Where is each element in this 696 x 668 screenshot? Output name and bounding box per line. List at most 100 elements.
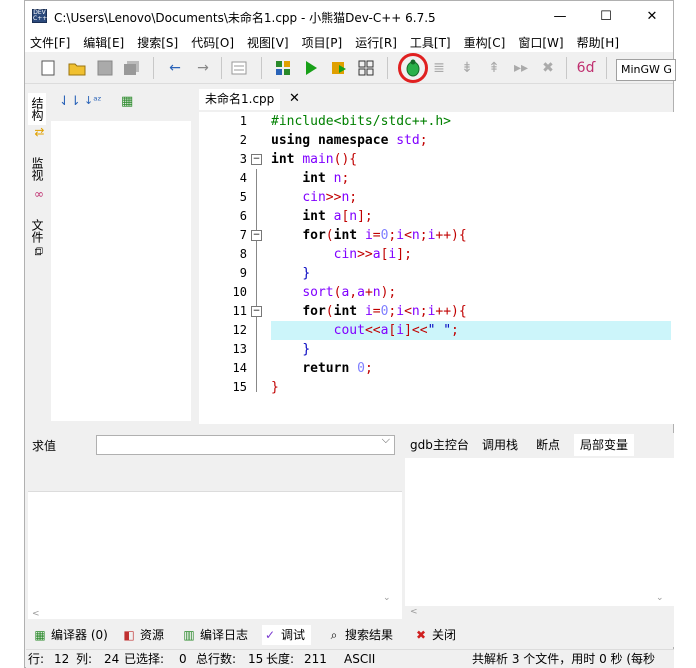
code-line: 2 using namespace std;	[199, 131, 674, 150]
file-tab[interactable]: 未命名1.cpp ✕	[199, 89, 300, 110]
menu-project[interactable]: 项目[P]	[302, 34, 343, 51]
code-line: 10 sort(a,a+n);	[199, 283, 674, 302]
scroll-left-icon[interactable]: <	[410, 607, 418, 617]
menu-tools[interactable]: 工具[T]	[410, 34, 451, 51]
save-all-icon[interactable]	[122, 58, 142, 78]
continue-icon[interactable]: ▸▸	[511, 58, 531, 78]
menu-bar: 文件[F] 编辑[E] 搜索[S] 代码[O] 视图[V] 项目[P] 运行[R…	[25, 32, 673, 52]
locals-view[interactable]	[405, 458, 675, 606]
grid-icon: ▦	[34, 628, 46, 642]
menu-code[interactable]: 代码[O]	[191, 34, 234, 51]
search-icon: ⌕	[330, 628, 338, 642]
add-watch-icon[interactable]: 6ɗ	[576, 58, 596, 78]
sort-type-icon[interactable]: ⇃⇂	[59, 94, 81, 109]
tab-compile-log[interactable]: ▥ 编译日志	[181, 625, 248, 645]
tab-debug[interactable]: ✓ 调试	[262, 625, 312, 645]
back-icon[interactable]: ←	[165, 58, 185, 78]
tab-breakpoints[interactable]: 断点	[534, 434, 562, 456]
window-title: C:\Users\Lenovo\Documents\未命名1.cpp - 小熊猫…	[54, 11, 436, 25]
compiler-select[interactable]: MinGW G	[616, 59, 676, 81]
fold-collapse-icon[interactable]: −	[251, 230, 262, 241]
forward-icon[interactable]: →	[193, 58, 213, 78]
code-text: cin>>n;	[302, 190, 358, 205]
format-icon[interactable]	[229, 58, 249, 78]
compile-run-icon[interactable]	[329, 58, 349, 78]
scroll-down-icon[interactable]: ⌄	[656, 593, 664, 603]
line-number: 3	[239, 152, 247, 166]
tab-watch[interactable]: 监视	[28, 153, 46, 185]
menu-run[interactable]: 运行[R]	[355, 34, 397, 51]
menu-view[interactable]: 视图[V]	[247, 34, 289, 51]
minimize-button[interactable]: —	[537, 1, 583, 32]
structure-toolbar: ⇃⇂ ↓ᵃᶻ ▦	[49, 89, 195, 121]
status-len: 211	[304, 652, 327, 666]
code-text: sort(a,a+n);	[302, 285, 397, 300]
step-into-icon[interactable]: ⇟	[457, 58, 477, 78]
code-line: 15}	[199, 378, 674, 397]
menu-window[interactable]: 窗口[W]	[518, 34, 563, 51]
stop-debug-icon[interactable]: ✖	[538, 58, 558, 78]
line-number: 14	[232, 361, 247, 375]
evaluate-output[interactable]	[28, 491, 402, 619]
evaluate-input[interactable]	[96, 433, 395, 455]
scroll-down-icon[interactable]: ⌄	[383, 593, 391, 603]
tab-resources[interactable]: ◧ 资源	[121, 625, 164, 645]
code-text: int a[n];	[302, 209, 373, 224]
tab-search-results-label: 搜索结果	[345, 628, 394, 642]
menu-refactor[interactable]: 重构[C]	[464, 34, 506, 51]
code-text: #include<bits/stdc++.h>	[271, 114, 452, 129]
tab-compiler-label: 编译器 (0)	[51, 628, 108, 642]
title-bar: DEV C++ C:\Users\Lenovo\Documents\未命名1.cp…	[25, 1, 673, 32]
structure-panel: ⇃⇂ ↓ᵃᶻ ▦	[49, 89, 195, 421]
code-area[interactable]: 1 #include<bits/stdc++.h> 2 using namespac…	[199, 112, 674, 424]
status-row-label: 行:	[28, 652, 45, 666]
tab-close-label: 关闭	[432, 628, 457, 642]
rebuild-icon[interactable]	[356, 58, 376, 78]
fold-collapse-icon[interactable]: −	[251, 154, 262, 165]
tab-call-stack[interactable]: 调用栈	[480, 434, 520, 456]
menu-search[interactable]: 搜索[S]	[137, 34, 178, 51]
status-len-label: 长度:	[266, 652, 295, 666]
close-icon: ✖	[415, 628, 427, 642]
tab-files[interactable]: 文件	[28, 215, 46, 247]
run-icon[interactable]	[301, 58, 321, 78]
menu-help[interactable]: 帮助[H]	[577, 34, 619, 51]
line-number: 2	[239, 133, 247, 147]
code-line: 9 }	[199, 264, 674, 283]
scroll-left-icon[interactable]: <	[32, 609, 40, 619]
menu-edit[interactable]: 编辑[E]	[83, 34, 124, 51]
tab-resources-label: 资源	[140, 628, 165, 642]
fold-collapse-icon[interactable]: −	[251, 306, 262, 317]
maximize-button[interactable]: ☐	[583, 1, 629, 32]
tab-locals[interactable]: 局部变量	[574, 434, 635, 456]
line-number: 6	[239, 209, 247, 223]
line-number: 5	[239, 190, 247, 204]
close-tab-icon[interactable]: ✕	[289, 89, 300, 109]
close-button[interactable]: ✕	[629, 1, 675, 32]
code-text: }	[302, 266, 311, 281]
compile-icon[interactable]	[273, 58, 293, 78]
new-file-icon[interactable]	[38, 58, 58, 78]
status-sel-label: 已选择:	[124, 652, 165, 666]
save-icon[interactable]	[95, 58, 115, 78]
step-over-icon[interactable]: ≣	[429, 58, 449, 78]
debug-highlight-ring	[398, 53, 428, 83]
line-number: 4	[239, 171, 247, 185]
tab-structure[interactable]: 结构	[28, 93, 46, 125]
tab-close[interactable]: ✖ 关闭	[413, 625, 456, 645]
sort-alpha-icon[interactable]: ↓ᵃᶻ	[84, 94, 102, 107]
open-folder-icon[interactable]	[67, 58, 87, 78]
code-line: 6 int a[n];	[199, 207, 674, 226]
tree-icon[interactable]: ▦	[121, 94, 133, 109]
line-number: 8	[239, 247, 247, 261]
tab-search-results[interactable]: ⌕ 搜索结果	[326, 625, 393, 645]
tab-compiler[interactable]: ▦ 编译器 (0)	[32, 625, 108, 645]
evaluate-label: 求值	[32, 439, 57, 453]
status-row: 12	[54, 652, 70, 666]
tab-compile-log-label: 编译日志	[200, 628, 249, 642]
tab-gdb-console[interactable]: gdb主控台	[408, 434, 471, 456]
menu-file[interactable]: 文件[F]	[30, 34, 70, 51]
code-text: cout<<a[i]<<" ";	[333, 323, 459, 338]
structure-tree[interactable]	[51, 121, 191, 421]
step-out-icon[interactable]: ⇞	[484, 58, 504, 78]
